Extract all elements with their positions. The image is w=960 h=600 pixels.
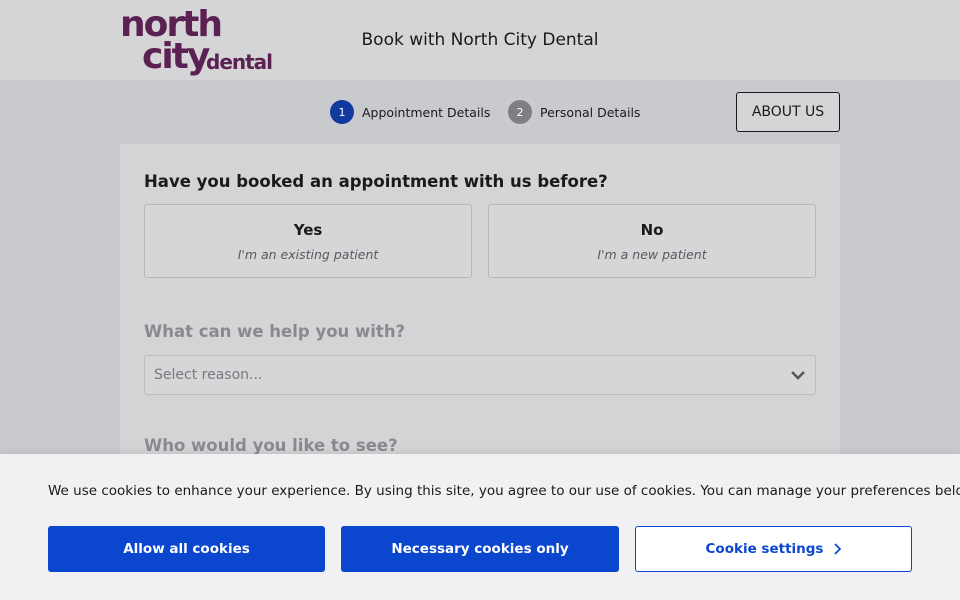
existing-patient-option[interactable]: Yes I'm an existing patient (144, 204, 472, 278)
page-title: Book with North City Dental (361, 30, 599, 50)
new-patient-option[interactable]: No I'm a new patient (488, 204, 816, 278)
help-with-question: What can we help you with? (144, 322, 406, 341)
site-header: north city dental Book with North City D… (0, 0, 960, 80)
step-label: Appointment Details (362, 104, 491, 120)
step-label: Personal Details (540, 104, 641, 120)
option-subtitle: I'm a new patient (597, 247, 707, 262)
cookie-banner: We use cookies to enhance your experienc… (0, 454, 960, 600)
about-us-button[interactable]: ABOUT US (736, 92, 840, 132)
necessary-cookies-button[interactable]: Necessary cookies only (341, 526, 619, 572)
step-number-badge: 2 (508, 100, 532, 124)
reason-placeholder: Select reason... (154, 367, 263, 383)
option-title: No (640, 221, 664, 239)
booked-before-question: Have you booked an appointment with us b… (144, 172, 608, 191)
chevron-down-icon (791, 371, 805, 380)
option-title: Yes (293, 221, 323, 239)
cookie-settings-label: Cookie settings (705, 541, 824, 557)
option-subtitle: I'm an existing patient (237, 247, 379, 262)
allow-all-cookies-button[interactable]: Allow all cookies (48, 526, 325, 572)
reason-select[interactable]: Select reason... (144, 355, 816, 395)
step-number-badge: 1 (330, 100, 354, 124)
step-appointment-details: 1 Appointment Details (330, 100, 490, 124)
step-personal-details: 2 Personal Details (508, 100, 640, 124)
chevron-right-icon (834, 543, 842, 555)
who-to-see-question: Who would you like to see? (144, 436, 398, 455)
cookie-settings-button[interactable]: Cookie settings (635, 526, 912, 572)
booking-form: Have you booked an appointment with us b… (120, 144, 840, 464)
logo-word-dental: dental (206, 50, 273, 74)
cookie-message: We use cookies to enhance your experienc… (48, 483, 960, 499)
